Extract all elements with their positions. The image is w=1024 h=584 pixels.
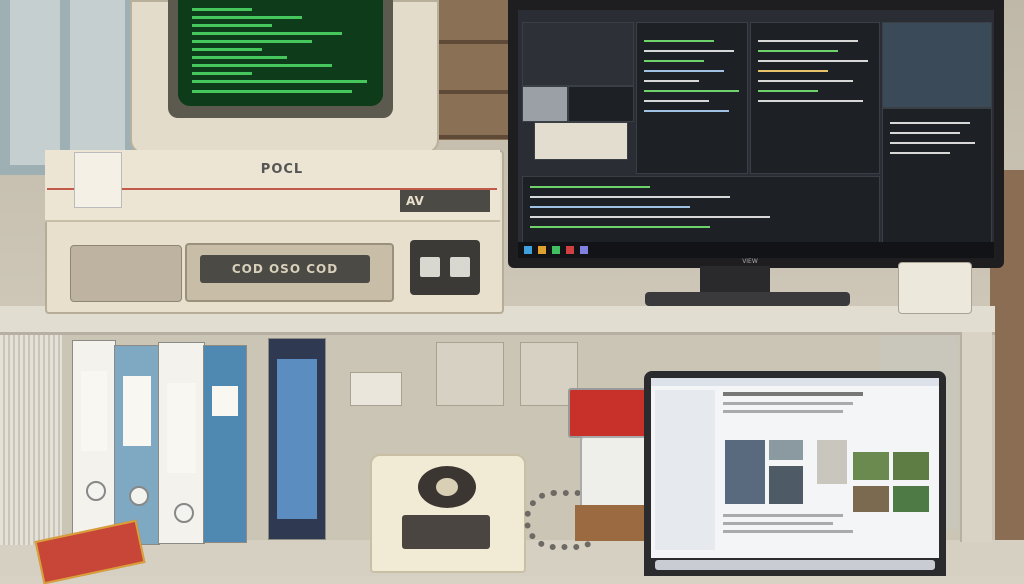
taskbar (518, 242, 994, 258)
small-device (898, 262, 972, 314)
binder (72, 340, 116, 542)
wall-panel (436, 342, 504, 406)
start-icon[interactable] (524, 246, 532, 254)
crt-screen (178, 0, 383, 106)
unit-logo: POCL (260, 162, 304, 177)
power-socket (350, 372, 402, 406)
binder-label (167, 383, 196, 473)
binder (268, 338, 326, 540)
laptop-dock[interactable] (655, 560, 935, 570)
app-icon[interactable] (580, 246, 588, 254)
app-icon[interactable] (552, 246, 560, 254)
binder (114, 345, 160, 545)
lock-mechanism[interactable] (70, 245, 182, 302)
laptop-screen (651, 378, 939, 558)
binder-label (81, 371, 107, 451)
digit-panel (410, 240, 480, 295)
binder-label (212, 386, 238, 416)
phone-keypad[interactable] (402, 515, 490, 549)
app-icon[interactable] (566, 246, 574, 254)
unit-badge-plate: AV (400, 190, 490, 212)
binder (158, 342, 205, 544)
window (0, 0, 146, 175)
monitor-screen (518, 10, 994, 258)
monitor-base (645, 292, 850, 306)
drive-slot[interactable]: COD OSO COD (200, 255, 370, 283)
sticker (74, 152, 122, 208)
red-device (568, 388, 647, 438)
binder-ring (86, 481, 106, 501)
background-bookshelf (430, 0, 515, 140)
binder (203, 345, 247, 543)
paper-stack (0, 335, 62, 545)
digit-display (420, 257, 440, 277)
white-device (580, 436, 648, 510)
desk-leg (960, 332, 992, 542)
binder-ring (173, 503, 194, 523)
phone-dial-center (436, 478, 458, 496)
binder-label (123, 376, 151, 446)
wooden-box (575, 505, 645, 541)
monitor-brand: VIEW (742, 258, 758, 265)
digit-display (450, 257, 470, 277)
binder-label (277, 359, 317, 519)
binder-ring (129, 486, 149, 506)
app-icon[interactable] (538, 246, 546, 254)
